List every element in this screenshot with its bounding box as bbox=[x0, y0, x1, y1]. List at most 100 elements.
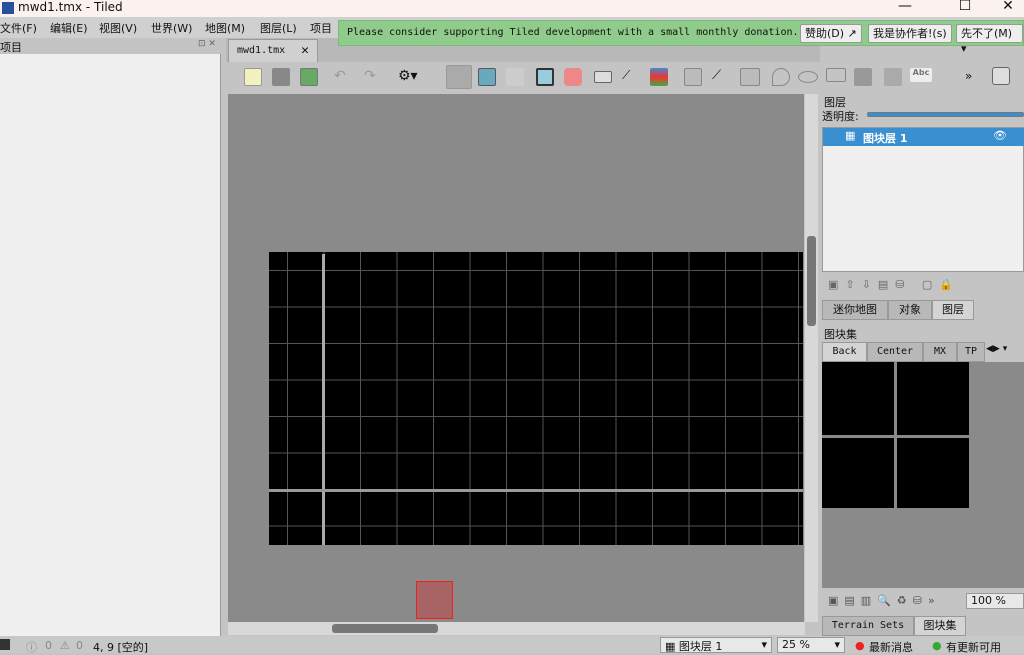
menu-edit[interactable]: 编辑(E) bbox=[50, 20, 88, 36]
project-tree[interactable] bbox=[0, 54, 221, 636]
bucket-fill-icon[interactable] bbox=[506, 68, 524, 86]
tileset-tab-back[interactable]: Back bbox=[822, 342, 867, 362]
horizontal-axis-line bbox=[269, 489, 803, 492]
tileset-zoom-combo[interactable]: 100 % bbox=[966, 593, 1024, 609]
tileset-tab-center[interactable]: Center bbox=[867, 342, 923, 362]
window-title: mwd1.tmx - Tiled bbox=[18, 0, 123, 14]
menu-layer[interactable]: 图层(L) bbox=[260, 20, 297, 36]
panel-float-close-icons[interactable]: ⊡ ✕ bbox=[198, 39, 216, 49]
same-tile-select-icon[interactable] bbox=[650, 68, 668, 86]
layer-combo[interactable]: ▦ 图块层 1 ▾ bbox=[660, 637, 772, 653]
status-bar: ⓘ 0 ⚠ 0 4, 9 [空的] ▦ 图块层 1 ▾ 25 % ▾ ● 最新消息 … bbox=[0, 636, 1024, 654]
right-dock: 图层 透明度: ▦ 图块层 1 👁 ▣⇧⇩▤⛁ ▢🔒 迷你地图 对象 图层 图块… bbox=[820, 92, 1024, 636]
save-icon[interactable] bbox=[300, 68, 318, 86]
tab-terrain-sets[interactable]: Terrain Sets bbox=[822, 616, 914, 636]
undo-icon[interactable]: ↶ bbox=[334, 68, 352, 86]
visibility-eye-icon[interactable]: 👁 bbox=[993, 129, 1007, 142]
tab-close-icon[interactable]: ✕ bbox=[301, 43, 309, 58]
insert-rectangle-icon[interactable] bbox=[740, 68, 760, 86]
project-panel-title: 项目 bbox=[0, 41, 22, 54]
tab-layers[interactable]: 图层 bbox=[932, 300, 974, 320]
shape-fill-icon[interactable] bbox=[536, 68, 554, 86]
error-count: 0 bbox=[45, 639, 52, 652]
document-tab[interactable]: mwd1.tmx ✕ bbox=[228, 39, 318, 62]
tab-objects[interactable]: 对象 bbox=[888, 300, 932, 320]
menu-world[interactable]: 世界(W) bbox=[151, 20, 192, 36]
insert-ellipse-icon[interactable] bbox=[798, 71, 818, 83]
zoom-value: 25 % bbox=[782, 638, 810, 651]
tab-minimap[interactable]: 迷你地图 bbox=[822, 300, 888, 320]
layer-list[interactable]: ▦ 图块层 1 👁 bbox=[822, 127, 1024, 272]
eraser-icon[interactable] bbox=[564, 68, 582, 86]
zoom-combo[interactable]: 25 % ▾ bbox=[777, 637, 845, 653]
vertical-axis-line bbox=[322, 254, 325, 545]
tile[interactable] bbox=[822, 362, 894, 435]
close-button[interactable]: ✕ bbox=[993, 0, 1023, 14]
tilesets-panel-title: 图块集 bbox=[824, 328, 857, 341]
title-bar: mwd1.tmx - Tiled — ☐ ✕ bbox=[0, 0, 1024, 17]
tiled-logo-icon bbox=[2, 2, 14, 14]
opacity-slider[interactable] bbox=[867, 112, 1024, 117]
grid-icon: ▦ bbox=[665, 640, 679, 653]
menu-file[interactable]: 文件(F) bbox=[0, 20, 37, 36]
opacity-label: 透明度: bbox=[822, 110, 859, 123]
insert-template-icon[interactable] bbox=[884, 68, 902, 86]
main-toolbar: ↶ ↷ ⚙▾ ⟋ ⟋ bbox=[226, 62, 820, 92]
open-icon[interactable] bbox=[272, 68, 290, 86]
layer-actions[interactable]: ▣⇧⇩▤⛁ ▢🔒 bbox=[828, 278, 960, 291]
warning-count: 0 bbox=[76, 639, 83, 652]
horizontal-scroll-thumb[interactable] bbox=[332, 624, 438, 633]
maybe-later-button[interactable]: 先不了(M) ▾ bbox=[956, 24, 1023, 55]
insert-polygon-icon[interactable] bbox=[826, 68, 846, 82]
tileset-zoom-value: 100 % bbox=[971, 594, 1006, 607]
tile-layer-icon: ▦ bbox=[845, 129, 856, 142]
new-map-icon[interactable] bbox=[244, 68, 262, 86]
update-icon: ● bbox=[932, 639, 942, 652]
menu-project[interactable]: 项目 bbox=[310, 20, 332, 36]
menu-map[interactable]: 地图(M) bbox=[205, 20, 245, 36]
vertical-scroll-thumb[interactable] bbox=[807, 236, 816, 326]
donation-notice: Please consider supporting Tiled develop… bbox=[338, 20, 1024, 55]
tile-cursor-highlight bbox=[416, 581, 453, 619]
menu-view[interactable]: 视图(V) bbox=[99, 20, 137, 36]
tile[interactable] bbox=[897, 438, 969, 508]
minimize-button[interactable]: — bbox=[890, 0, 920, 14]
terrain-brush-icon[interactable] bbox=[478, 68, 496, 86]
maximize-button[interactable]: ☐ bbox=[950, 0, 980, 14]
tileset-tab-mx[interactable]: MX bbox=[923, 342, 957, 362]
vertical-scrollbar[interactable] bbox=[805, 94, 818, 622]
horizontal-scrollbar[interactable] bbox=[228, 622, 805, 635]
project-panel: 项目 ⊡ ✕ bbox=[0, 38, 222, 636]
stamp-brush-icon[interactable] bbox=[446, 65, 472, 89]
toolbar-overflow-button[interactable]: » bbox=[965, 69, 972, 83]
tile-map[interactable] bbox=[269, 252, 803, 545]
contributor-button[interactable]: 我是协作者!(s) bbox=[868, 24, 952, 43]
layer-name: 图块层 1 bbox=[863, 132, 908, 145]
current-layer: 图块层 1 bbox=[678, 640, 723, 653]
edit-polygons-icon[interactable]: ⟋ bbox=[712, 68, 730, 86]
console-icon[interactable] bbox=[0, 639, 10, 650]
toolbar-right: Abc » bbox=[820, 62, 1024, 92]
tileset-tabs-scroll-arrows[interactable]: ◀▶ ▾ bbox=[986, 344, 1007, 354]
insert-tile-icon[interactable] bbox=[854, 68, 872, 86]
tab-label: mwd1.tmx bbox=[237, 45, 286, 56]
tile[interactable] bbox=[897, 362, 969, 435]
warning-icon[interactable]: ⚠ bbox=[60, 639, 70, 652]
tileset-tab-tp[interactable]: TP bbox=[957, 342, 985, 362]
rect-select-icon[interactable] bbox=[594, 71, 612, 83]
tile[interactable] bbox=[822, 438, 894, 508]
select-objects-icon[interactable] bbox=[684, 68, 702, 86]
tileset-view[interactable] bbox=[822, 362, 1024, 588]
random-mode-icon[interactable] bbox=[992, 67, 1010, 85]
magic-wand-icon[interactable]: ⟋ bbox=[622, 68, 640, 86]
redo-icon[interactable]: ↷ bbox=[364, 68, 382, 86]
insert-point-icon[interactable] bbox=[772, 68, 790, 86]
tab-tilesets[interactable]: 图块集 bbox=[914, 616, 966, 636]
commands-icon[interactable]: ⚙▾ bbox=[398, 68, 418, 86]
notice-message: Please consider supporting Tiled develop… bbox=[347, 27, 799, 38]
tileset-actions[interactable]: ▣▤▥🔍♻⛁» bbox=[828, 594, 941, 607]
donate-button[interactable]: 赞助(D) ↗ bbox=[800, 24, 862, 43]
news-icon: ● bbox=[855, 639, 865, 652]
layer-row[interactable]: ▦ 图块层 1 👁 bbox=[823, 128, 1024, 146]
insert-text-icon[interactable]: Abc bbox=[910, 68, 932, 82]
